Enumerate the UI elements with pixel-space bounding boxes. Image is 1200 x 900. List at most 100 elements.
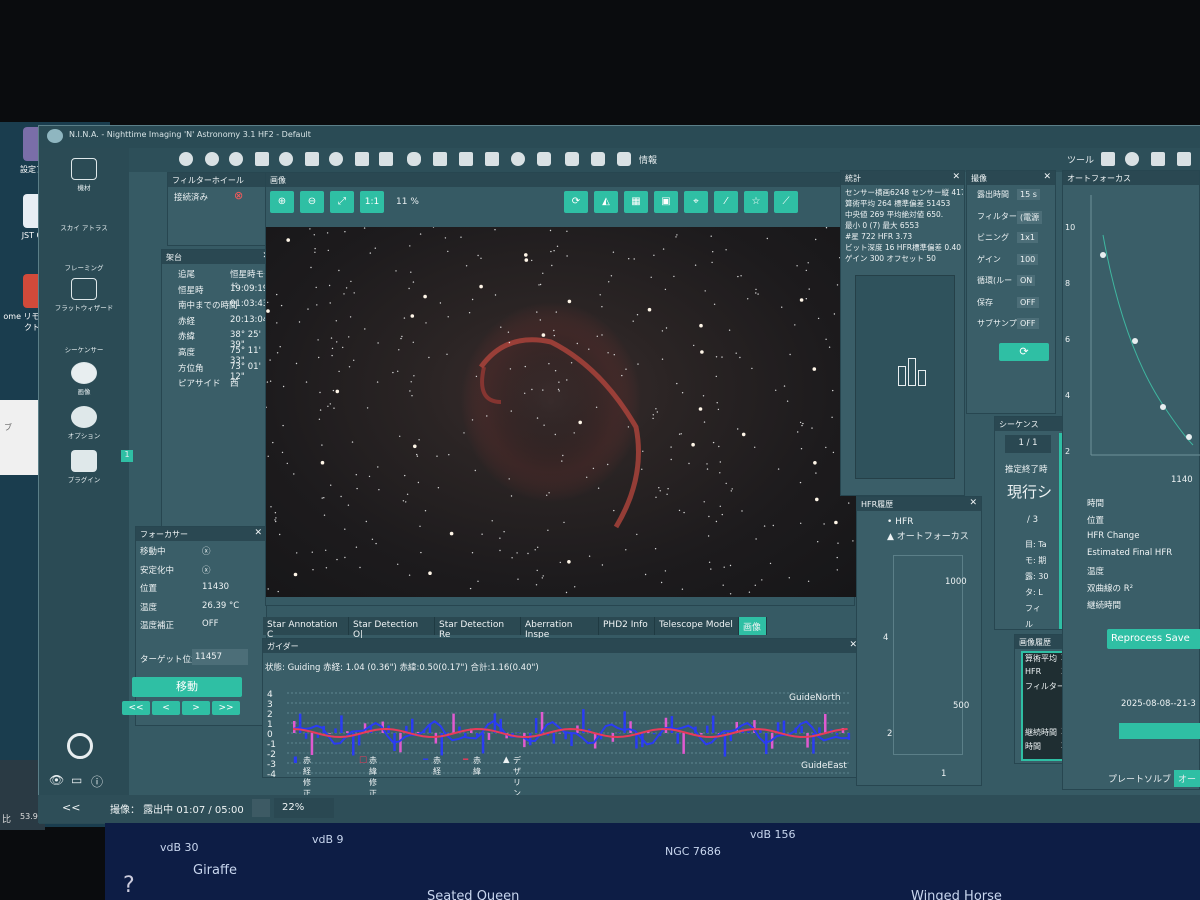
camera-row-value[interactable]: 100 (1017, 253, 1039, 265)
chart-bars-icon[interactable] (459, 152, 473, 166)
star (428, 571, 432, 575)
telescope-icon[interactable] (305, 152, 319, 166)
close-icon[interactable]: ✕ (969, 498, 977, 508)
camera-row-value[interactable]: 15 s (1017, 189, 1040, 200)
target-position-input[interactable]: 11457 (192, 649, 248, 665)
one-to-one-button[interactable]: 1:1 (360, 191, 384, 213)
plugin-puzzle-icon-2[interactable] (591, 152, 605, 166)
connect-all-icon[interactable] (179, 152, 193, 166)
dome-icon[interactable] (433, 152, 447, 166)
close-icon[interactable]: ✕ (952, 172, 960, 182)
notes-icon[interactable] (1101, 152, 1115, 166)
star (801, 424, 803, 427)
camera-row-value[interactable]: OFF (1017, 296, 1039, 308)
grid-icon[interactable]: ▦ (624, 191, 648, 213)
crop-frame-icon[interactable]: ▣ (654, 191, 678, 213)
nav-plugins[interactable]: プラグイン (39, 450, 129, 484)
nav-framing[interactable]: フレーミング (39, 238, 129, 272)
nav-imaging[interactable]: 画像 (39, 362, 129, 396)
telescope-annotate-icon[interactable]: ⟋ (774, 191, 798, 213)
weather-cloud-icon[interactable] (407, 152, 421, 166)
book-icon[interactable]: ▭ (71, 773, 82, 787)
nav-flat-wizard[interactable]: フラットウィザード (39, 278, 129, 312)
panel-tab[interactable]: PHD2 Info (599, 617, 655, 635)
star (772, 524, 774, 527)
star (412, 341, 414, 343)
switch-list-icon[interactable] (355, 152, 369, 166)
power-icon[interactable] (67, 733, 93, 759)
info-menu-label[interactable]: 情報 (639, 153, 657, 166)
collapse-button[interactable]: << (62, 801, 80, 814)
nav-options[interactable]: オプション (39, 406, 129, 440)
rotator-icon[interactable] (279, 152, 293, 166)
focuser-row-value[interactable]: OFF (202, 619, 218, 629)
star (576, 342, 578, 345)
filter-wheel-icon[interactable] (229, 152, 243, 166)
fit-expand-icon[interactable]: ⤢ (330, 191, 354, 213)
star (444, 237, 447, 239)
start-capture-icon[interactable]: ⟳ (999, 343, 1049, 361)
flip-icon[interactable]: ◭ (594, 191, 618, 213)
camera-row-value[interactable]: ON (1017, 275, 1036, 286)
af-run-date[interactable]: 2025-08-08--21-3 (1121, 699, 1196, 709)
star (693, 344, 695, 347)
nav-sequencer[interactable]: シーケンサー (39, 320, 129, 354)
camera-shutter-icon[interactable] (205, 152, 219, 166)
af-run-select[interactable] (1119, 723, 1200, 739)
help-question-icon[interactable]: ? (123, 873, 135, 898)
camera-row-value[interactable]: 1x1 (1017, 232, 1038, 243)
star-icon[interactable] (1177, 152, 1191, 166)
star (675, 236, 677, 238)
captured-image[interactable] (265, 226, 856, 597)
panel-tab[interactable]: Star Annotation C (263, 617, 349, 640)
step-button[interactable]: < (152, 701, 180, 715)
rotate-icon[interactable]: ⟳ (564, 191, 588, 213)
zoom-in-icon[interactable]: ⊕ (270, 191, 294, 213)
star (570, 362, 573, 364)
star (437, 487, 440, 489)
guide-graph-icon[interactable] (485, 152, 499, 166)
stat-row: 中央値 269 平均絶対値 650. (845, 210, 944, 219)
info-icon[interactable]: ⓘ (91, 773, 103, 790)
step-button[interactable]: << (122, 701, 150, 715)
panel-tab[interactable]: 画像 (739, 617, 767, 635)
nav-sky-atlas[interactable]: スカイ アトラス (39, 198, 129, 232)
panel-tab[interactable]: Aberration Inspe (521, 617, 599, 640)
eye-icon[interactable]: 👁 (49, 773, 64, 787)
legend-label: 赤経 (433, 756, 441, 776)
brush-icon[interactable] (1151, 152, 1165, 166)
move-button[interactable]: 移動 (132, 677, 242, 697)
crosshair-icon[interactable]: ⌖ (684, 191, 708, 213)
camera-row-value[interactable]: (電源 (1017, 210, 1043, 224)
star (327, 249, 329, 252)
panel-tab[interactable]: Star Detection Re (435, 617, 521, 640)
panel-tab[interactable]: Star Detection O| (349, 617, 435, 640)
nav-equipment[interactable]: 機材 (39, 158, 129, 192)
plugin-puzzle-icon[interactable] (565, 152, 579, 166)
tab-plate-solve[interactable]: プレートソルブ (1108, 772, 1171, 785)
star-detect-icon[interactable]: ☆ (744, 191, 768, 213)
disconnect-icon[interactable]: ⊗ (234, 189, 243, 202)
panel-tab[interactable]: Telescope Model (655, 617, 739, 635)
magic-wand-icon[interactable]: ⁄ (714, 191, 738, 213)
lightbulb-icon[interactable] (511, 152, 525, 166)
safety-shield-icon[interactable] (537, 152, 551, 166)
step-button[interactable]: >> (212, 701, 240, 715)
search-icon[interactable] (1125, 152, 1139, 166)
sliders-icon[interactable] (379, 152, 393, 166)
camera-row-value[interactable]: OFF (1017, 318, 1039, 329)
focus-frame-icon[interactable] (255, 152, 269, 166)
step-button[interactable]: > (182, 701, 210, 715)
history-row-label: 継続時間 (1025, 728, 1057, 737)
reprocess-save-button[interactable]: Reprocess Save (1107, 629, 1200, 649)
tab-autofocus[interactable]: オー (1174, 770, 1200, 787)
close-icon[interactable]: ✕ (1043, 172, 1051, 182)
star (681, 588, 684, 590)
guider-target-icon[interactable] (329, 152, 343, 166)
zoom-out-icon[interactable]: ⊖ (300, 191, 324, 213)
plugin-puzzle-icon-3[interactable] (617, 152, 631, 166)
guider-correction-bar (847, 733, 851, 740)
close-icon[interactable]: ✕ (254, 528, 262, 538)
star (597, 487, 600, 489)
tools-menu-label[interactable]: ツール (1067, 153, 1094, 166)
